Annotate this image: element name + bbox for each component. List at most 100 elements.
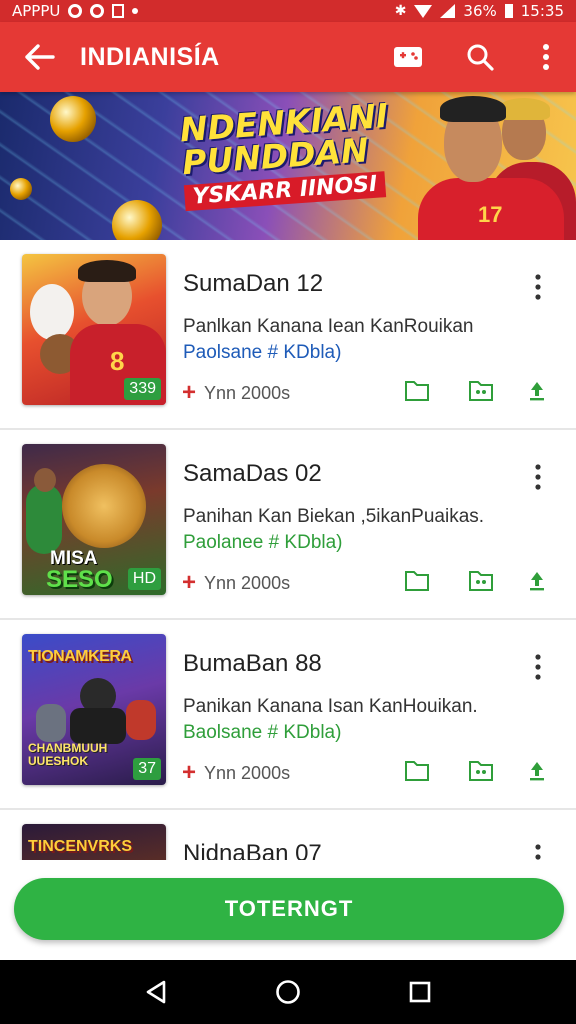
system-nav-bar — [0, 960, 576, 1024]
item-subtitle: Paolanee # KDbla) — [183, 532, 343, 553]
back-triangle-icon — [146, 980, 166, 1004]
signal-icon — [440, 4, 456, 18]
item-title: SamaDas 02 — [183, 460, 322, 487]
plus-icon: + — [182, 759, 197, 786]
item-thumbnail[interactable]: TINCENVRKS — [22, 824, 166, 860]
wifi-icon — [414, 4, 433, 18]
folder-button[interactable] — [404, 570, 430, 592]
thumb-title-2: CHANBMUUH UUESHOK — [28, 741, 108, 768]
battery-percent: 36% — [463, 2, 497, 20]
banner-headline: NDENKIANI PUNDDAN YSKARR IINOSI — [179, 96, 394, 212]
download-button[interactable] — [527, 570, 547, 592]
list-item[interactable]: 8 339 SumaDan 12 Panlkan Kanana Iean Kan… — [0, 240, 576, 430]
more-vert-icon — [535, 464, 541, 490]
app-bar: INDIANISÍA — [0, 22, 576, 92]
item-menu-button[interactable] — [526, 840, 550, 860]
list-item[interactable]: MISA SESO HD SamaDas 02 Panihan Kan Biek… — [0, 430, 576, 620]
promo-banner[interactable]: NDENKIANI PUNDDAN YSKARR IINOSI 17 — [0, 92, 576, 240]
back-arrow-icon — [25, 44, 55, 70]
app-title: INDIANISÍA — [80, 42, 220, 71]
download-button[interactable] — [527, 380, 547, 402]
thumb-badge: HD — [127, 568, 161, 590]
search-icon — [467, 44, 494, 71]
thumb-title: TIONAMKERA — [28, 648, 132, 665]
app-bar-actions — [372, 22, 576, 92]
search-button[interactable] — [444, 22, 516, 92]
folder-button[interactable] — [404, 380, 430, 402]
gamepad-icon — [394, 47, 422, 67]
item-thumbnail[interactable]: MISA SESO HD — [22, 444, 166, 595]
image-folder-button[interactable] — [468, 380, 494, 402]
thumb-badge: 339 — [124, 378, 161, 400]
more-vert-icon — [543, 44, 549, 70]
bottom-action-area: TOTERNGT — [0, 860, 576, 960]
recents-square-icon — [409, 981, 431, 1003]
item-menu-button[interactable] — [526, 460, 550, 494]
banner-orb — [10, 178, 32, 200]
item-meta: + Ynn 2000s — [182, 761, 290, 785]
folder-icon — [405, 571, 429, 591]
item-title: SumaDan 12 — [183, 270, 324, 297]
item-description: Panihan Kan Biekan ,5ikanPuaikas. — [183, 506, 485, 527]
item-meta-text: Ynn 2000s — [204, 382, 291, 403]
item-title: BumaBan 88 — [183, 650, 322, 677]
item-title: NidnaBan 07 — [183, 840, 322, 860]
more-vert-icon — [535, 844, 541, 860]
item-thumbnail[interactable]: 8 339 — [22, 254, 166, 405]
plus-icon: + — [182, 379, 197, 406]
item-subtitle: Paolsane # KDbla) — [183, 342, 342, 363]
thumb-number: 8 — [110, 346, 125, 376]
download-icon — [530, 762, 544, 781]
item-meta: + Ynn 2000s — [182, 571, 290, 595]
folder-button[interactable] — [404, 760, 430, 782]
circle-icon — [68, 4, 83, 18]
game-list: 8 339 SumaDan 12 Panlkan Kanana Iean Kan… — [0, 240, 576, 860]
dot-icon — [132, 8, 139, 14]
more-options-button[interactable] — [516, 22, 576, 92]
image-folder-icon — [469, 761, 493, 781]
sim-icon — [112, 4, 125, 18]
item-menu-button[interactable] — [526, 270, 550, 304]
nav-home-button[interactable] — [258, 960, 318, 1024]
nav-recents-button[interactable] — [390, 960, 450, 1024]
list-item[interactable]: TIONAMKERA CHANBMUUH UUESHOK 37 BumaBan … — [0, 620, 576, 810]
item-meta-text: Ynn 2000s — [204, 572, 291, 593]
status-app-label: APPPU — [12, 2, 61, 20]
item-menu-button[interactable] — [526, 650, 550, 684]
thumb-badge: 37 — [133, 758, 161, 780]
bluetooth-icon: ✱ — [394, 3, 407, 19]
download-icon — [530, 382, 544, 401]
gamepad-button[interactable] — [372, 22, 444, 92]
nav-back-button[interactable] — [126, 960, 186, 1024]
item-meta: + Ynn 2000s — [182, 381, 290, 405]
status-left: APPPU — [12, 2, 139, 20]
status-bar: APPPU ✱ 36% 15:35 — [0, 0, 576, 22]
image-folder-button[interactable] — [468, 760, 494, 782]
image-folder-button[interactable] — [468, 570, 494, 592]
folder-icon — [405, 761, 429, 781]
primary-action-button[interactable]: TOTERNGT — [14, 878, 564, 940]
status-time: 15:35 — [520, 2, 564, 20]
banner-orb — [50, 96, 96, 142]
banner-player-front: 17 — [398, 92, 566, 240]
battery-icon — [504, 4, 513, 18]
jersey-number: 17 — [478, 202, 503, 227]
home-circle-icon — [276, 980, 300, 1004]
thumb-title: TINCENVRKS — [28, 838, 133, 855]
more-vert-icon — [535, 654, 541, 680]
download-icon — [530, 572, 544, 591]
more-vert-icon — [535, 274, 541, 300]
image-folder-icon — [469, 571, 493, 591]
item-subtitle: Baolsane # KDbla) — [183, 722, 342, 743]
download-button[interactable] — [527, 760, 547, 782]
plus-icon: + — [182, 569, 197, 596]
item-thumbnail[interactable]: TIONAMKERA CHANBMUUH UUESHOK 37 — [22, 634, 166, 785]
item-description: Panlkan Kanana Iean KanRouikan — [183, 316, 474, 337]
item-description: Panikan Kanana Isan KanHouikan. — [183, 696, 478, 717]
folder-icon — [405, 381, 429, 401]
image-folder-icon — [469, 381, 493, 401]
back-button[interactable] — [0, 22, 80, 92]
thumb-title-2: SESO — [46, 566, 113, 593]
list-item[interactable]: TINCENVRKS NidnaBan 07 — [0, 810, 576, 860]
item-meta-text: Ynn 2000s — [204, 762, 291, 783]
